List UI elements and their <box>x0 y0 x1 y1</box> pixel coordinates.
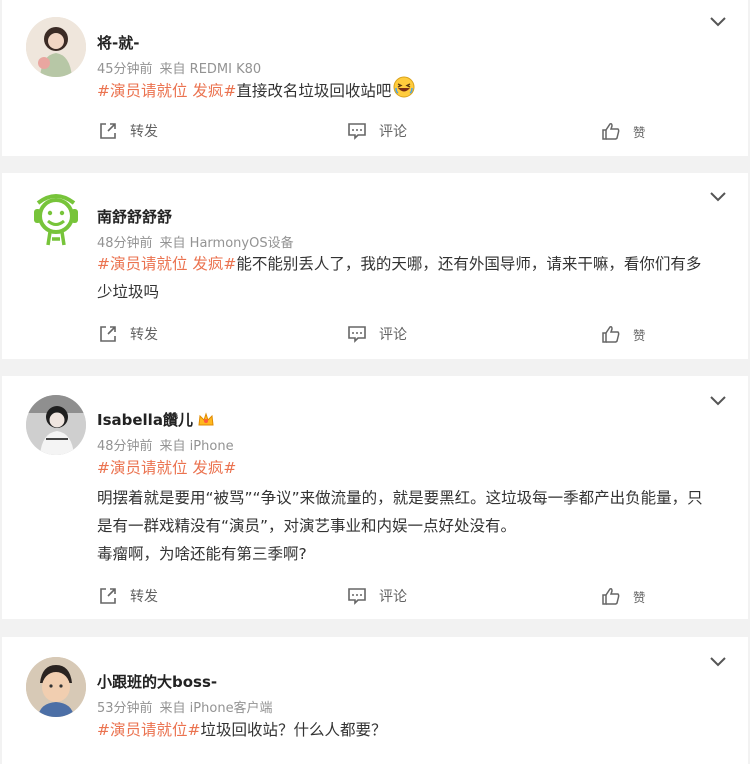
comment-button[interactable]: 评论 <box>347 121 407 141</box>
post-source: 来自 iPhone客户端 <box>159 701 273 716</box>
post-body: 少垃圾吗 <box>97 283 160 301</box>
like-button[interactable]: 赞 <box>601 586 646 606</box>
post-text: #演员请就位 发疯# 明摆着就是要用“被骂”“争议”来做流量的，就是要黑红。这垃… <box>97 454 726 568</box>
topic-link[interactable]: #演员请就位 发疯# <box>97 255 236 273</box>
action-bar: 转发 评论 赞 <box>2 324 748 350</box>
repost-button[interactable]: 转发 <box>98 586 158 606</box>
repost-label: 转发 <box>130 327 158 343</box>
post-meta: 48分钟前 来自 HarmonyOS设备 <box>97 232 301 251</box>
share-icon <box>100 123 116 139</box>
repost-button[interactable]: 转发 <box>98 121 158 141</box>
comment-icon <box>348 123 366 140</box>
topic-link[interactable]: #演员请就位 发疯# <box>97 82 236 100</box>
username[interactable]: 将-就- <box>97 32 139 53</box>
comment-label: 评论 <box>379 124 407 140</box>
post-meta: 45分钟前 来自 REDMI K80 <box>97 58 268 77</box>
topic-link[interactable]: #演员请就位# <box>97 721 200 739</box>
post-meta: 53分钟前 来自 iPhone客户端 <box>97 697 280 716</box>
like-label: 赞 <box>633 124 646 140</box>
post-body: 明摆着就是要用“被骂”“争议”来做流量的，就是要黑红。这垃圾每一季都产出负能量，… <box>97 489 703 507</box>
comment-icon <box>348 588 366 605</box>
avatar[interactable] <box>26 191 86 251</box>
thumb-up-icon <box>602 588 620 605</box>
post-card: 将-就- 45分钟前 来自 REDMI K80 #演员请就位 发疯#直接改名垃圾回… <box>2 0 748 156</box>
repost-button[interactable]: 转发 <box>98 324 158 344</box>
repost-label: 转发 <box>130 589 158 605</box>
post-card: Isabella饡儿 48分钟前 来自 iPhone #演员请就位 发疯# 明摆着… <box>2 376 748 619</box>
post-meta: 48分钟前 来自 iPhone <box>97 435 241 454</box>
post-body: 能不能别丢人了，我的天哪，还有外国导师，请来干嘛，看你们有多 <box>236 255 702 273</box>
post-time[interactable]: 53分钟前 <box>97 701 153 716</box>
chevron-down-icon[interactable] <box>710 192 726 202</box>
post-card: 小跟班的大boss- 53分钟前 来自 iPhone客户端 #演员请就位#垃圾回收… <box>2 637 748 764</box>
comment-icon <box>348 326 366 343</box>
chevron-down-icon[interactable] <box>710 17 726 27</box>
comment-feed: 将-就- 45分钟前 来自 REDMI K80 #演员请就位 发疯#直接改名垃圾回… <box>0 0 750 764</box>
username[interactable]: Isabella饡儿 <box>97 409 215 431</box>
crown-badge-icon <box>197 411 215 431</box>
post-text-line: #演员请就位 发疯#能不能别丢人了，我的天哪，还有外国导师，请来干嘛，看你们有多 <box>97 250 726 278</box>
post-body: 垃圾回收站？什么人都要？ <box>200 721 387 739</box>
post-body: 直接改名垃圾回收站吧 <box>236 82 392 100</box>
post-time[interactable]: 48分钟前 <box>97 439 153 454</box>
username[interactable]: 南舒舒舒舒 <box>97 206 172 227</box>
avatar[interactable] <box>26 395 86 455</box>
share-icon <box>100 326 116 342</box>
like-label: 赞 <box>633 327 646 343</box>
like-button[interactable]: 赞 <box>601 121 646 141</box>
post-time[interactable]: 48分钟前 <box>97 236 153 251</box>
post-body: 是有一群戏精没有“演员”，对演艺事业和内娱一点好处没有。 <box>97 517 517 535</box>
username-text: Isabella饡儿 <box>97 411 193 429</box>
topic-link[interactable]: #演员请就位 发疯# <box>97 454 726 482</box>
avatar[interactable] <box>26 17 86 77</box>
post-body: 毒瘤啊，为啥还能有第三季啊? <box>97 545 307 563</box>
post-source: 来自 iPhone <box>159 439 234 454</box>
post-time[interactable]: 45分钟前 <box>97 62 153 77</box>
comment-label: 评论 <box>379 589 407 605</box>
post-card: 南舒舒舒舒 48分钟前 来自 HarmonyOS设备 #演员请就位 发疯#能不能别… <box>2 173 748 359</box>
chevron-down-icon[interactable] <box>710 657 726 667</box>
post-text: #演员请就位 发疯#能不能别丢人了，我的天哪，还有外国导师，请来干嘛，看你们有多… <box>97 250 726 306</box>
like-button[interactable]: 赞 <box>601 324 646 344</box>
post-text: #演员请就位#垃圾回收站？什么人都要？ <box>97 716 726 744</box>
comment-label: 评论 <box>379 327 407 343</box>
share-icon <box>100 588 116 604</box>
repost-label: 转发 <box>130 124 158 140</box>
comment-button[interactable]: 评论 <box>347 586 407 606</box>
laughing-emoji-icon <box>393 76 415 107</box>
action-bar: 转发 评论 赞 <box>2 586 748 612</box>
post-text: #演员请就位 发疯#直接改名垃圾回收站吧 <box>97 76 726 107</box>
comment-button[interactable]: 评论 <box>347 324 407 344</box>
username[interactable]: 小跟班的大boss- <box>97 671 217 692</box>
chevron-down-icon[interactable] <box>710 396 726 406</box>
thumb-up-icon <box>602 123 620 140</box>
post-source: 来自 HarmonyOS设备 <box>159 236 294 251</box>
action-bar: 转发 评论 赞 <box>2 121 748 147</box>
post-source: 来自 REDMI K80 <box>159 62 262 77</box>
like-label: 赞 <box>633 589 646 605</box>
thumb-up-icon <box>602 326 620 343</box>
avatar[interactable] <box>26 657 86 717</box>
